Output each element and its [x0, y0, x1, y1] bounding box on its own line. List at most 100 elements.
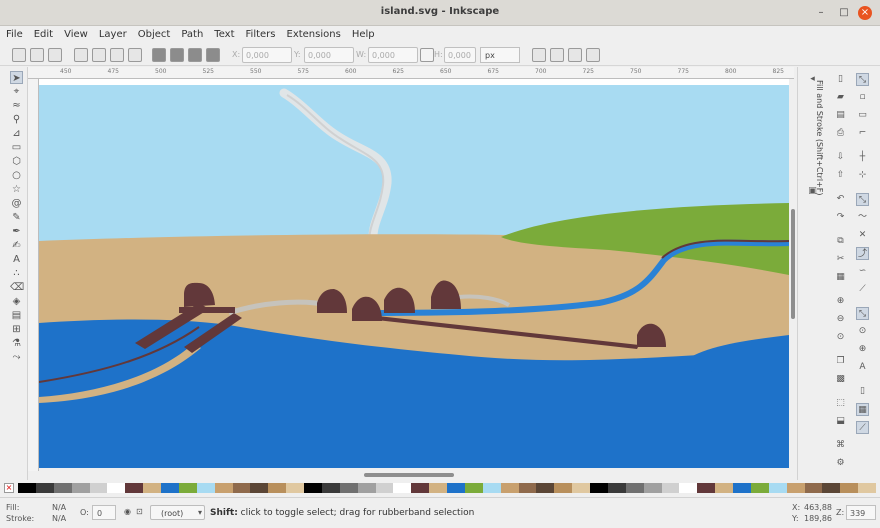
scale-corners-icon[interactable] — [550, 48, 564, 62]
palette-swatch[interactable] — [536, 483, 555, 493]
visibility-icon[interactable]: ◉ — [124, 507, 131, 516]
move-patterns-icon[interactable] — [586, 48, 600, 62]
snap-bbox-corner-icon[interactable]: ⌐ — [856, 127, 869, 140]
palette-swatch[interactable] — [822, 483, 841, 493]
drawing-canvas[interactable] — [39, 85, 789, 468]
snap-cusp-icon[interactable]: ⤴ — [856, 247, 869, 260]
layer-select[interactable]: (root) — [150, 505, 205, 520]
snap-intersection-icon[interactable]: ✕ — [856, 229, 869, 242]
paste-icon[interactable]: ▦ — [834, 271, 847, 284]
layer-dropdown-icon[interactable]: ▾ — [198, 508, 202, 517]
palette-swatch[interactable] — [768, 483, 787, 493]
open-icon[interactable]: ▰ — [834, 91, 847, 104]
snap-rotation-center-icon[interactable]: ⊕ — [856, 343, 869, 356]
palette-swatch[interactable] — [214, 483, 233, 493]
redo-icon[interactable]: ↷ — [834, 211, 847, 224]
copy-icon[interactable]: ⧉ — [834, 235, 847, 248]
palette-swatch[interactable] — [697, 483, 716, 493]
new-document-icon[interactable]: ▯ — [834, 73, 847, 86]
scale-stroke-icon[interactable] — [532, 48, 546, 62]
horizontal-scrollbar[interactable] — [39, 471, 789, 479]
snap-path-icon[interactable]: 〜 — [856, 211, 869, 224]
snap-line-midpoint-icon[interactable]: ⟋ — [856, 283, 869, 296]
palette-swatch[interactable] — [89, 483, 108, 493]
tweak-tool-icon[interactable]: ≈ — [10, 99, 23, 112]
zoom-tool-icon[interactable]: ⚲ — [10, 113, 23, 126]
select-all-icon[interactable] — [12, 48, 26, 62]
palette-swatch[interactable] — [500, 483, 519, 493]
lower-to-bottom-icon[interactable] — [206, 48, 220, 62]
horizontal-scroll-thumb[interactable] — [364, 473, 454, 477]
minimize-icon[interactable]: – — [814, 6, 828, 20]
snap-smooth-icon[interactable]: ∽ — [856, 265, 869, 278]
menu-filters[interactable]: Filters — [240, 27, 281, 40]
palette-swatch[interactable] — [590, 483, 608, 493]
eraser-tool-icon[interactable]: ⌫ — [10, 281, 24, 294]
calligraphy-tool-icon[interactable]: ✍ — [10, 239, 23, 252]
snap-bbox-edge-icon[interactable]: ▭ — [856, 109, 869, 122]
spiral-tool-icon[interactable]: @ — [10, 197, 23, 210]
palette-swatch[interactable] — [679, 483, 698, 493]
close-icon[interactable]: × — [858, 6, 872, 20]
snap-guide-icon[interactable]: ⟋ — [856, 421, 869, 434]
gradient-tool-icon[interactable]: ▤ — [10, 309, 23, 322]
unit-select[interactable]: px — [480, 47, 520, 63]
mesh-tool-icon[interactable]: ⊞ — [10, 323, 23, 336]
connector-tool-icon[interactable]: ⤳ — [10, 351, 23, 364]
palette-swatch[interactable] — [304, 483, 322, 493]
palette-swatch[interactable] — [447, 483, 465, 493]
print-icon[interactable]: ⎙ — [834, 127, 847, 140]
palette-swatch[interactable] — [339, 483, 358, 493]
palette-swatch[interactable] — [733, 483, 751, 493]
palette-swatch[interactable] — [572, 483, 591, 493]
palette-swatch[interactable] — [661, 483, 680, 493]
palette-swatch[interactable] — [393, 483, 412, 493]
maximize-icon[interactable]: □ — [837, 6, 851, 20]
height-input[interactable]: 0,000 — [444, 47, 476, 63]
palette-swatch[interactable] — [125, 483, 144, 493]
snap-nodes-icon[interactable]: ⤡ — [856, 193, 869, 206]
snap-object-center-icon[interactable]: ⊙ — [856, 325, 869, 338]
flip-horizontal-icon[interactable] — [110, 48, 124, 62]
vertical-scrollbar[interactable] — [789, 79, 797, 471]
no-paint-swatch[interactable]: × — [4, 483, 14, 493]
text-tool-icon[interactable]: A — [10, 253, 23, 266]
palette-swatch[interactable] — [554, 483, 573, 493]
y-input[interactable]: 0,000 — [304, 47, 354, 63]
cut-icon[interactable]: ✂ — [834, 253, 847, 266]
lock-layer-icon[interactable]: ⊡ — [136, 507, 143, 516]
snap-page-border-icon[interactable]: ▯ — [856, 385, 869, 398]
palette-swatch[interactable] — [53, 483, 72, 493]
pen-tool-icon[interactable]: ✒ — [10, 225, 23, 238]
palette-swatch[interactable] — [840, 483, 859, 493]
bucket-tool-icon[interactable]: ◈ — [10, 295, 23, 308]
snap-center-icon[interactable]: ⊹ — [856, 169, 869, 182]
vertical-scroll-thumb[interactable] — [791, 209, 795, 319]
measure-tool-icon[interactable]: ⊿ — [10, 127, 23, 140]
menu-path[interactable]: Path — [175, 27, 208, 40]
menu-help[interactable]: Help — [346, 27, 380, 40]
group-icon[interactable]: ⬚ — [834, 397, 847, 410]
x-input[interactable]: 0,000 — [242, 47, 292, 63]
width-input[interactable]: 0,000 — [368, 47, 418, 63]
palette-swatch[interactable] — [107, 483, 126, 493]
undo-icon[interactable]: ↶ — [834, 193, 847, 206]
3d-box-tool-icon[interactable]: ⬡ — [10, 155, 23, 168]
palette-swatch[interactable] — [607, 483, 626, 493]
rotate-ccw-icon[interactable] — [74, 48, 88, 62]
export-icon[interactable]: ⇧ — [834, 169, 847, 182]
palette-swatch[interactable] — [411, 483, 430, 493]
palette-swatch[interactable] — [518, 483, 537, 493]
snap-text-baseline-icon[interactable]: A — [856, 361, 869, 374]
star-tool-icon[interactable]: ☆ — [10, 183, 23, 196]
rectangle-tool-icon[interactable]: ▭ — [10, 141, 23, 154]
dropper-tool-icon[interactable]: ⚗ — [10, 337, 23, 350]
palette-swatch[interactable] — [196, 483, 215, 493]
palette-swatch[interactable] — [178, 483, 197, 493]
menu-file[interactable]: File — [0, 27, 28, 40]
menu-text[interactable]: Text — [208, 27, 239, 40]
palette-swatch[interactable] — [375, 483, 394, 493]
zoom-selection-icon[interactable]: ⊕ — [834, 295, 847, 308]
snap-others-icon[interactable]: ⤡ — [856, 307, 869, 320]
palette-swatch[interactable] — [143, 483, 162, 493]
